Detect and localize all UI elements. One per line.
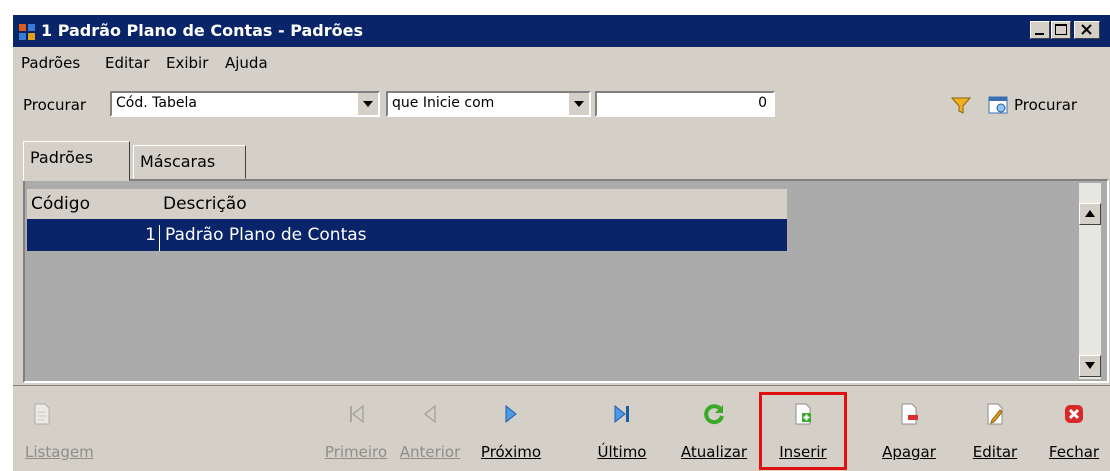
ultimo-button[interactable]: Último [589,400,655,466]
scroll-down-button[interactable] [1079,355,1101,377]
arrow-down-icon [1085,362,1095,369]
highlight-box [759,392,847,470]
cell-codigo: 1 [27,225,160,251]
search-condition-select[interactable]: que Inicie com [386,91,591,117]
search-field-value: Cód. Tabela [116,95,197,111]
filter-icon[interactable] [951,97,971,115]
minimize-button[interactable] [1030,21,1050,39]
grid-panel: Código Descrição 1 Padrão Plano de Conta… [23,179,1109,383]
title-bar[interactable]: 1 Padrão Plano de Contas - Padrões [13,15,1110,47]
menu-bar: Padrões Editar Exibir Ajuda [13,50,1110,74]
primeiro-label: Primeiro [324,443,388,461]
tab-mascaras[interactable]: Máscaras [133,145,246,179]
table-row[interactable]: 1 Padrão Plano de Contas [27,219,787,251]
search-bar: Procurar Cód. Tabela que Inicie com 0 Pr… [13,91,1110,121]
search-button-label: Procurar [1014,96,1078,114]
first-record-icon [350,404,364,424]
chevron-down-icon [574,101,584,107]
bottom-toolbar: Listagem Primeiro Anterior Próximo Últim… [13,385,1110,471]
menu-ajuda[interactable]: Ajuda [225,54,268,72]
close-icon [1081,24,1092,35]
search-field-select[interactable]: Cód. Tabela [110,91,380,117]
listagem-button[interactable]: Listagem [17,400,107,466]
proximo-button[interactable]: Próximo [469,400,553,466]
close-red-icon [1065,405,1083,423]
atualizar-button[interactable]: Atualizar [673,400,755,466]
search-condition-dropdown[interactable] [569,93,589,115]
search-button[interactable]: Procurar [988,93,1110,119]
column-header-codigo[interactable]: Código [31,194,90,214]
tab-padroes[interactable]: Padrões [23,141,130,181]
column-header-descricao[interactable]: Descrição [163,194,247,214]
primeiro-button[interactable]: Primeiro [321,400,391,466]
editar-label: Editar [972,443,1018,461]
document-list-icon [34,403,50,425]
atualizar-label: Atualizar [680,443,748,461]
fechar-button[interactable]: Fechar [1041,400,1107,466]
apagar-button[interactable]: Apagar [869,400,949,466]
app-icon [19,24,35,40]
search-condition-value: que Inicie com [392,95,495,111]
vertical-scrollbar[interactable] [1079,183,1101,379]
menu-editar[interactable]: Editar [105,54,149,72]
proximo-label: Próximo [480,443,542,461]
search-label: Procurar [23,96,87,114]
menu-padroes[interactable]: Padrões [21,54,80,72]
ultimo-label: Último [597,443,647,461]
anterior-label: Anterior [399,443,461,461]
previous-record-icon [423,404,436,424]
minimize-icon [1035,33,1044,35]
search-value-input[interactable]: 0 [595,91,775,117]
maximize-icon [1055,24,1067,35]
edit-document-icon [987,403,1003,425]
grid-header: Código Descrição [27,189,787,219]
last-record-icon [614,404,629,424]
anterior-button[interactable]: Anterior [391,400,469,466]
delete-document-icon [901,403,918,425]
cell-descricao: Padrão Plano de Contas [165,225,367,245]
editar-button[interactable]: Editar [963,400,1027,466]
arrow-up-icon [1085,210,1095,217]
maximize-button[interactable] [1051,21,1071,39]
search-field-dropdown[interactable] [358,93,378,115]
main-window: 1 Padrão Plano de Contas - Padrões Padrõ… [12,14,1110,471]
fechar-label: Fechar [1048,443,1100,461]
window-title: 1 Padrão Plano de Contas - Padrões [41,21,364,40]
search-window-icon [988,96,1008,114]
close-button[interactable] [1074,21,1100,39]
scroll-up-button[interactable] [1079,203,1101,225]
menu-exibir[interactable]: Exibir [166,54,208,72]
listagem-label: Listagem [25,443,94,461]
apagar-label: Apagar [882,443,936,461]
chevron-down-icon [363,101,373,107]
next-record-icon [505,404,517,424]
refresh-icon [704,404,724,425]
